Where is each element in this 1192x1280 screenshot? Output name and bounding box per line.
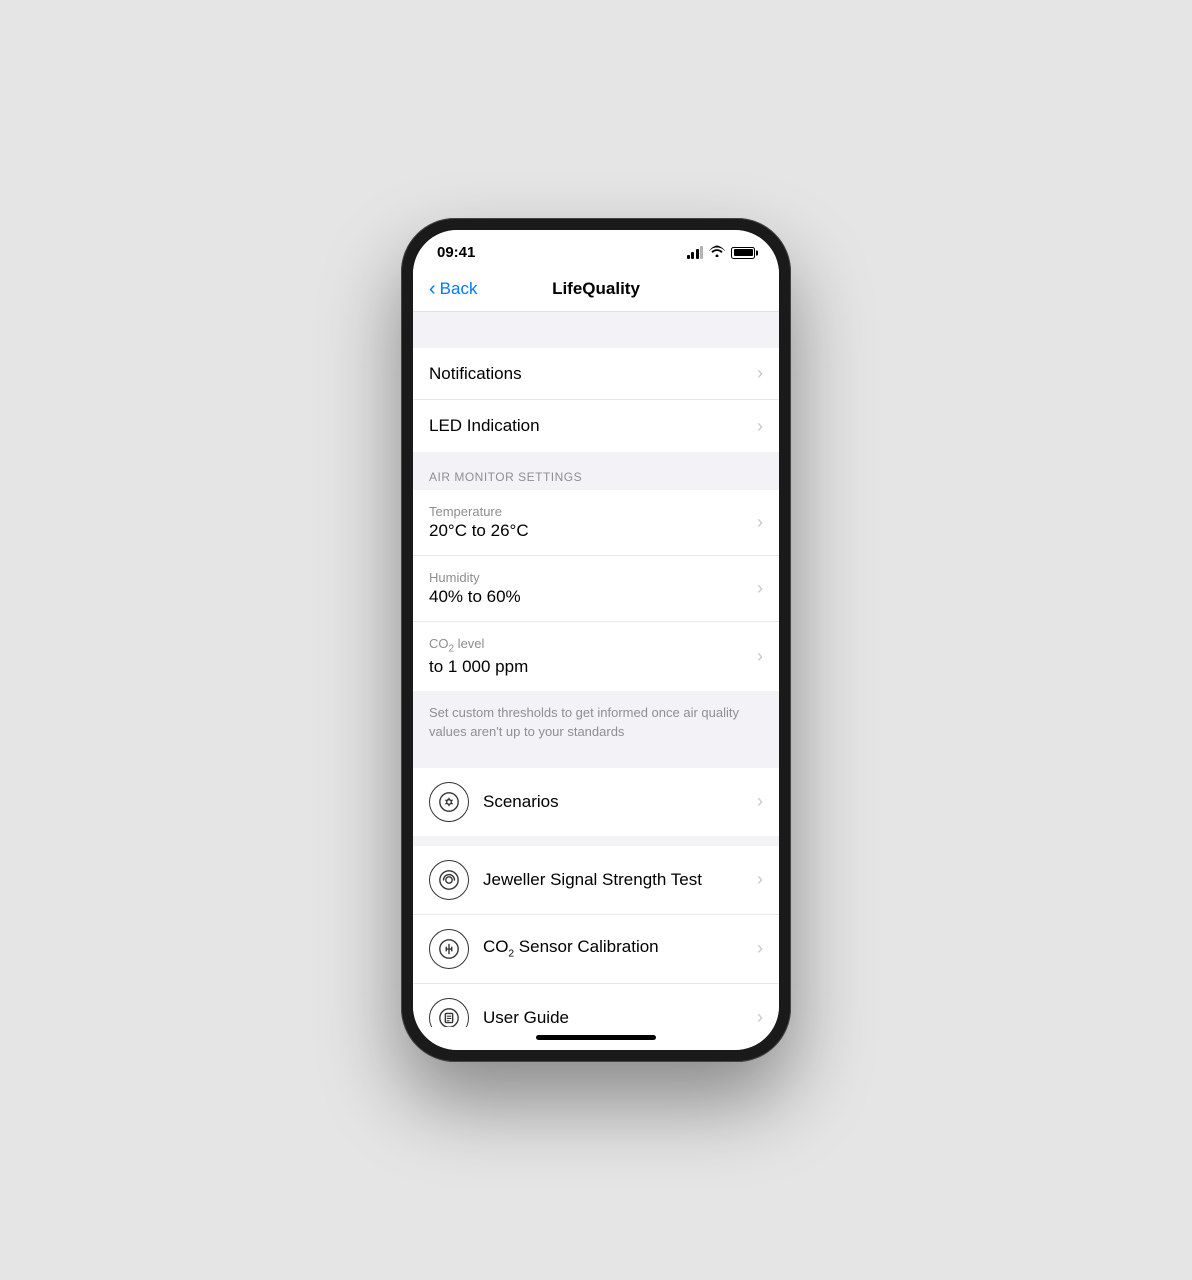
jeweller-icon-circle — [429, 860, 469, 900]
air-monitor-header: AIR MONITOR SETTINGS — [413, 462, 779, 490]
status-time: 09:41 — [437, 244, 475, 261]
section-gap-3 — [413, 758, 779, 768]
co2-calibration-label: CO2 Sensor Calibration — [483, 937, 659, 956]
co2-item[interactable]: CO2 level to 1 000 ppm › — [413, 622, 779, 691]
back-chevron-icon: ‹ — [429, 279, 436, 299]
temperature-item[interactable]: Temperature 20°C to 26°C › — [413, 490, 779, 556]
scenarios-chevron-icon: › — [757, 791, 763, 812]
led-chevron-icon: › — [757, 416, 763, 437]
back-button[interactable]: ‹ Back — [429, 279, 477, 299]
group-notifications-led: Notifications › LED Indication › — [413, 348, 779, 452]
user-guide-chevron-icon: › — [757, 1007, 763, 1027]
air-monitor-description: Set custom thresholds to get informed on… — [413, 691, 779, 758]
section-gap-4 — [413, 836, 779, 846]
status-bar: 09:41 — [413, 230, 779, 269]
temperature-value: 20°C to 26°C — [429, 521, 749, 541]
led-label: LED Indication — [429, 416, 540, 435]
description-text: Set custom thresholds to get informed on… — [429, 705, 739, 740]
scenarios-item[interactable]: Scenarios › — [413, 768, 779, 836]
phone-screen: 09:41 — [413, 230, 779, 1050]
humidity-item[interactable]: Humidity 40% to 60% › — [413, 556, 779, 622]
co2-chevron-icon: › — [757, 646, 763, 667]
notifications-label: Notifications — [429, 364, 522, 383]
nav-bar: ‹ Back LifeQuality — [413, 269, 779, 312]
notifications-chevron-icon: › — [757, 363, 763, 384]
humidity-chevron-icon: › — [757, 578, 763, 599]
scenarios-label: Scenarios — [483, 792, 559, 811]
scroll-content: Notifications › LED Indication › AIR MON… — [413, 312, 779, 1027]
temperature-subtitle: Temperature — [429, 504, 749, 519]
user-guide-icon-circle — [429, 998, 469, 1027]
status-icons — [687, 245, 756, 260]
phone-frame: 09:41 — [401, 218, 791, 1062]
section-gap-2 — [413, 452, 779, 462]
led-indication-item[interactable]: LED Indication › — [413, 400, 779, 452]
user-guide-label: User Guide — [483, 1008, 569, 1027]
battery-icon — [731, 247, 755, 259]
home-bar — [536, 1035, 656, 1040]
page-title: LifeQuality — [552, 279, 640, 299]
section-gap-1 — [413, 312, 779, 348]
co2-value: to 1 000 ppm — [429, 657, 749, 677]
signal-icon — [687, 246, 704, 259]
humidity-subtitle: Humidity — [429, 570, 749, 585]
group-scenarios: Scenarios › — [413, 768, 779, 836]
wifi-icon — [709, 245, 725, 260]
jeweller-item[interactable]: Jeweller Signal Strength Test › — [413, 846, 779, 915]
co2-calibration-icon-circle — [429, 929, 469, 969]
back-label: Back — [440, 279, 478, 299]
group-device-tools: Jeweller Signal Strength Test › — [413, 846, 779, 1027]
home-indicator — [413, 1027, 779, 1050]
notifications-item[interactable]: Notifications › — [413, 348, 779, 400]
jeweller-chevron-icon: › — [757, 869, 763, 890]
co2-calibration-item[interactable]: CO2 Sensor Calibration › — [413, 915, 779, 984]
scenarios-icon-circle — [429, 782, 469, 822]
co2-subtitle: CO2 level — [429, 636, 749, 655]
co2-calibration-chevron-icon: › — [757, 938, 763, 959]
user-guide-item[interactable]: User Guide › — [413, 984, 779, 1027]
jeweller-label: Jeweller Signal Strength Test — [483, 870, 702, 889]
temperature-chevron-icon: › — [757, 512, 763, 533]
group-air-monitor: Temperature 20°C to 26°C › Humidity 40% … — [413, 490, 779, 691]
humidity-value: 40% to 60% — [429, 587, 749, 607]
